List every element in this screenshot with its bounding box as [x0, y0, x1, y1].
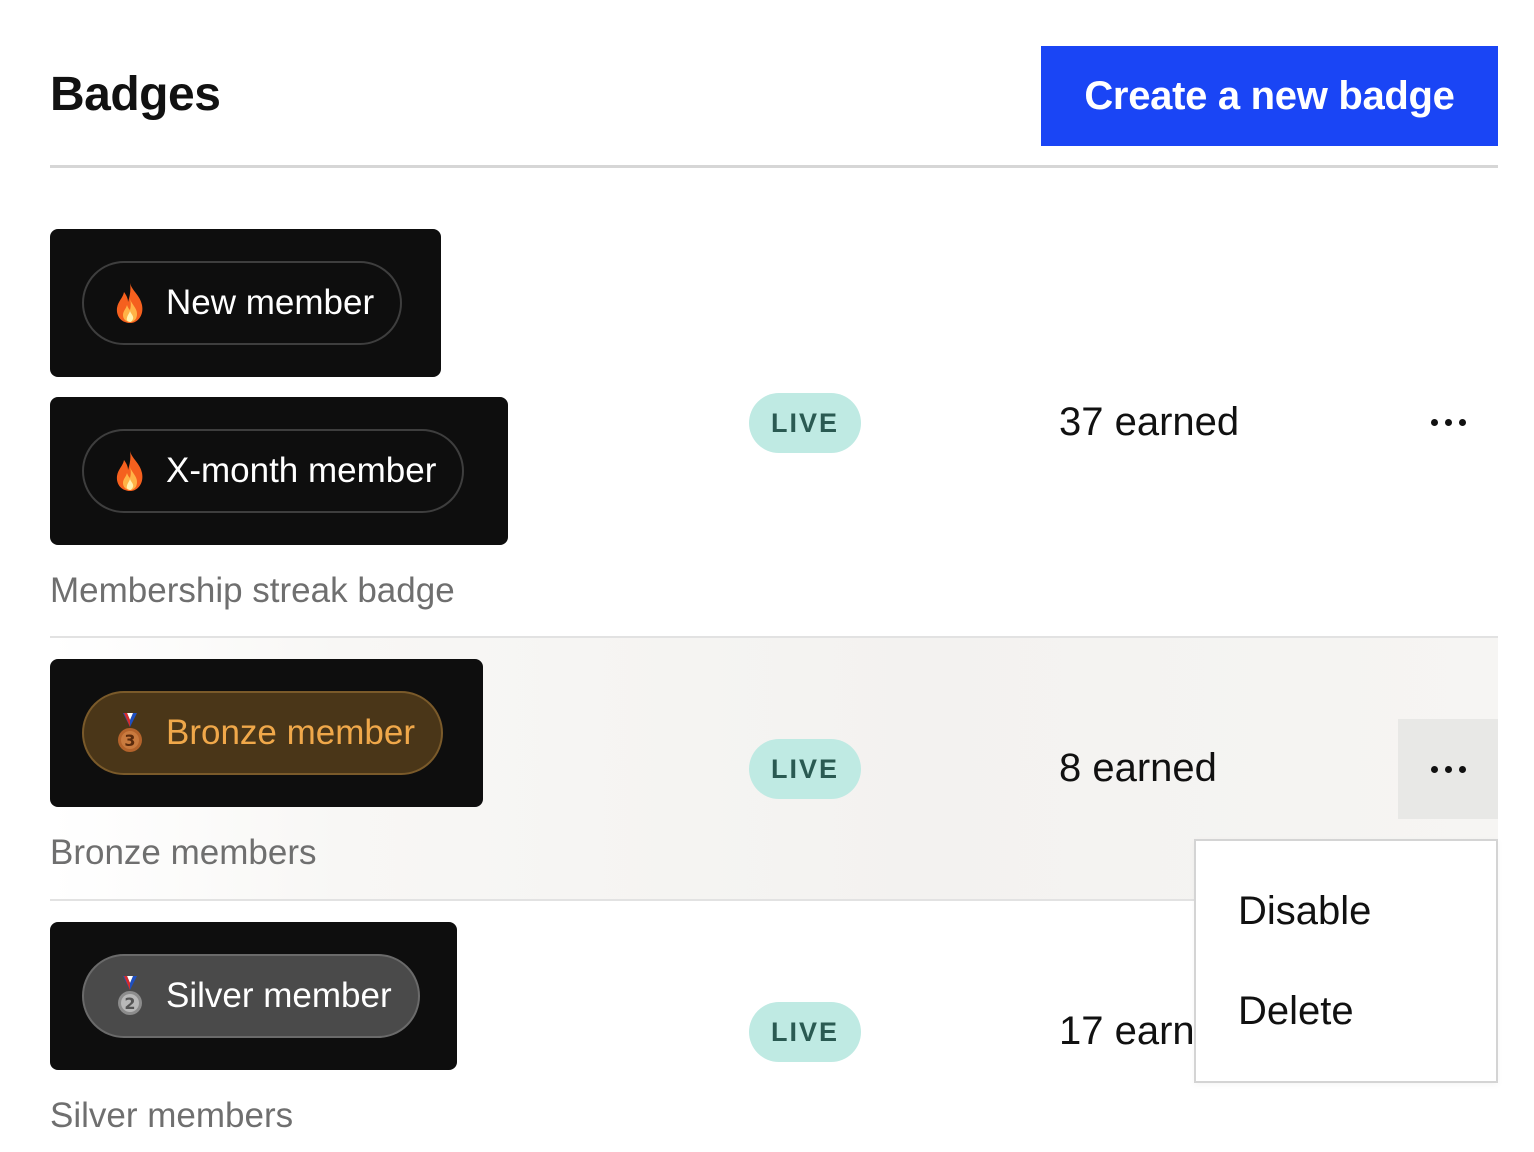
more-options-button[interactable] [1398, 372, 1498, 472]
badge-pill-label: Bronze member [166, 713, 415, 752]
silver-medal-icon: 2 [118, 976, 142, 1015]
badge-pill-label: X-month member [166, 451, 437, 490]
earned-count: 37 earned [1059, 400, 1240, 444]
badge-pill: 3 Bronze member [82, 691, 443, 775]
badge-pill: New member [82, 261, 403, 345]
create-new-badge-button[interactable]: Create a new badge [1041, 46, 1498, 146]
context-menu: Disable Delete [1194, 839, 1498, 1083]
menu-item-disable[interactable]: Disable [1238, 886, 1371, 936]
badge-description: Membership streak badge [50, 571, 455, 610]
more-horizontal-icon [1430, 765, 1466, 773]
badge-description: Silver members [50, 1096, 294, 1135]
header-divider [50, 165, 1498, 168]
badge-preview-card: 3 Bronze member [50, 659, 483, 807]
badge-preview-card: 2 Silver member [50, 922, 457, 1070]
badge-pill-label: New member [166, 283, 375, 322]
status-badge: LIVE [749, 1002, 861, 1062]
svg-text:2: 2 [124, 994, 135, 1013]
more-horizontal-icon [1430, 418, 1466, 426]
fire-icon [116, 283, 143, 323]
earned-count: 8 earned [1059, 746, 1217, 790]
badge-pill-label: Silver member [166, 976, 392, 1015]
page-title: Badges [50, 68, 221, 121]
badge-preview-card: X-month member [50, 397, 508, 545]
badge-description: Bronze members [50, 833, 317, 872]
status-badge: LIVE [749, 739, 861, 799]
status-badge: LIVE [749, 393, 861, 453]
more-options-button[interactable] [1398, 719, 1498, 819]
fire-icon [116, 451, 143, 491]
bronze-medal-icon: 3 [118, 713, 142, 752]
badge-pill: 2 Silver member [82, 954, 420, 1038]
badge-preview-card: New member [50, 229, 441, 377]
menu-item-delete[interactable]: Delete [1238, 986, 1354, 1036]
svg-text:3: 3 [124, 731, 135, 750]
badge-pill: X-month member [82, 429, 465, 513]
